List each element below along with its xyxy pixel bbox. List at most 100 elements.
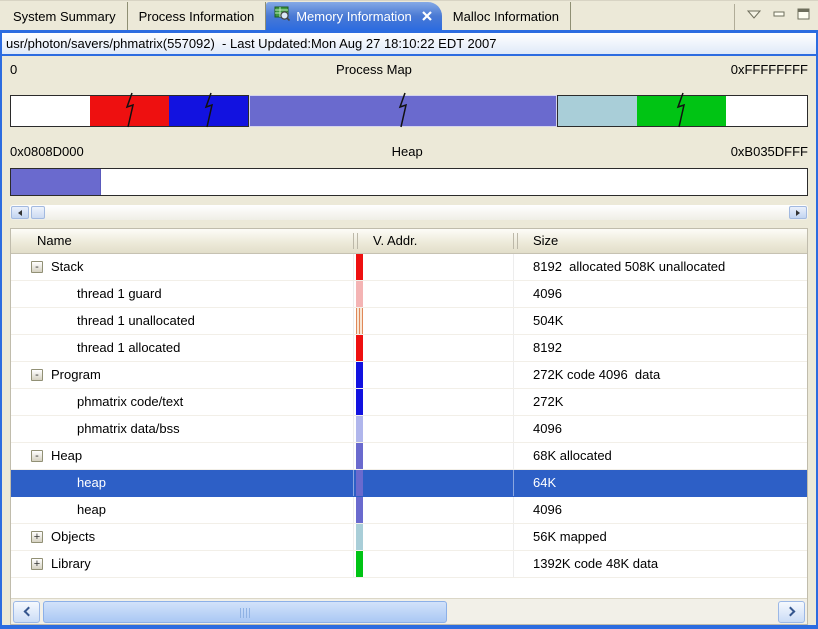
process-map-segment-library xyxy=(637,96,726,126)
scroll-right-icon[interactable] xyxy=(789,206,807,219)
row-name: thread 1 allocated xyxy=(77,335,180,361)
process-map-start-address: 0 xyxy=(10,62,17,80)
view-frame: usr/photon/savers/phmatrix(557092) - Las… xyxy=(0,30,818,629)
process-map-bar xyxy=(10,95,808,127)
memory-analysis-icon xyxy=(274,3,290,30)
row-size: 4096 xyxy=(513,281,807,307)
process-map-segment-free xyxy=(11,96,90,126)
table-row[interactable]: + Library 1392K code 48K data xyxy=(11,551,807,578)
memory-table: Name V. Addr. Size - Stack 8192 allocate… xyxy=(10,228,808,625)
process-map-segment-program xyxy=(169,96,248,126)
row-name: Stack xyxy=(51,254,84,280)
row-name: Heap xyxy=(51,443,82,469)
color-chip xyxy=(356,551,363,577)
tab-system-summary[interactable]: System Summary xyxy=(2,2,128,30)
tree-toggle[interactable]: + xyxy=(31,558,43,570)
tab-process-information[interactable]: Process Information xyxy=(128,2,267,30)
tab-malloc-information[interactable]: Malloc Information xyxy=(442,2,571,30)
tree-toggle[interactable]: - xyxy=(31,450,43,462)
column-header-name[interactable]: Name xyxy=(11,229,353,253)
tree-toggle[interactable]: - xyxy=(31,261,43,273)
heap-map-labels: 0x0808D000 Heap 0xB035DFFF xyxy=(10,144,808,162)
view-content: 0 Process Map 0xFFFFFFFF 0x0808D000 Heap… xyxy=(2,56,816,625)
table-row[interactable]: thread 1 unallocated 0x07fc8000 504K xyxy=(11,308,807,335)
tab-label: System Summary xyxy=(13,3,116,30)
table-empty-area xyxy=(11,578,807,598)
table-body: - Stack 8192 allocated 508K unallocated … xyxy=(11,254,807,598)
row-size: 68K allocated xyxy=(513,443,807,469)
table-row[interactable]: - Program 272K code 4096 data xyxy=(11,362,807,389)
row-size: 1392K code 48K data xyxy=(513,551,807,577)
heap-end-address: 0xB035DFFF xyxy=(731,144,808,162)
color-chip xyxy=(356,362,363,388)
row-name: phmatrix code/text xyxy=(77,389,183,415)
table-scrollbar-thumb[interactable] xyxy=(43,601,447,623)
table-row[interactable]: thread 1 guard 0x07fc7000 4096 xyxy=(11,281,807,308)
process-map-title: Process Map xyxy=(17,62,731,80)
tree-toggle[interactable]: - xyxy=(31,369,43,381)
tree-toggle[interactable]: + xyxy=(31,531,43,543)
color-chip xyxy=(356,389,363,415)
row-size: 272K code 4096 data xyxy=(513,362,807,388)
table-row[interactable]: heap 0xb035d000 4096 xyxy=(11,497,807,524)
row-name: phmatrix data/bss xyxy=(77,416,180,442)
tab-memory-information[interactable]: Memory Information xyxy=(266,2,442,30)
process-map-segment-objects xyxy=(558,96,637,126)
color-chip xyxy=(356,308,363,334)
color-chip xyxy=(356,470,363,496)
tab-label: Memory Information xyxy=(296,3,412,30)
process-map-segment-stack xyxy=(90,96,169,126)
status-line: usr/photon/savers/phmatrix(557092) - Las… xyxy=(2,33,816,56)
table-row[interactable]: + Objects 56K mapped xyxy=(11,524,807,551)
tab-label: Malloc Information xyxy=(453,3,559,30)
table-row[interactable]: - Stack 8192 allocated 508K unallocated xyxy=(11,254,807,281)
row-name: thread 1 unallocated xyxy=(77,308,195,334)
row-size: 8192 xyxy=(513,335,807,361)
row-name: heap xyxy=(77,497,106,523)
row-size: 4096 xyxy=(513,416,807,442)
process-map-group xyxy=(249,95,556,127)
tab-bar: System Summary Process Information Memor… xyxy=(0,0,818,30)
row-name: thread 1 guard xyxy=(77,281,162,307)
row-size: 8192 allocated 508K unallocated xyxy=(513,254,807,280)
process-map-segment-heap xyxy=(250,96,555,126)
row-name: heap xyxy=(77,470,106,496)
row-size: 4096 xyxy=(513,497,807,523)
scroll-left-icon[interactable] xyxy=(13,601,40,623)
memory-information-view: System Summary Process Information Memor… xyxy=(0,0,818,629)
color-chip xyxy=(356,443,363,469)
table-row[interactable]: - Heap 68K allocated xyxy=(11,443,807,470)
color-chip xyxy=(356,497,363,523)
row-name: Objects xyxy=(51,524,95,550)
table-row[interactable]: phmatrix data/bss 0x0808c000 4096 xyxy=(11,416,807,443)
table-row[interactable]: thread 1 allocated 0x08046000 8192 xyxy=(11,335,807,362)
view-menu-icon[interactable] xyxy=(747,10,761,19)
tab-label: Process Information xyxy=(139,3,255,30)
scroll-left-icon[interactable] xyxy=(11,206,29,219)
column-header-size[interactable]: Size xyxy=(513,229,807,253)
color-chip xyxy=(356,281,363,307)
map-scrollbar-thumb[interactable] xyxy=(31,206,45,219)
heap-start-address: 0x0808D000 xyxy=(10,144,84,162)
column-header-vaddr[interactable]: V. Addr. xyxy=(353,229,513,253)
scroll-right-icon[interactable] xyxy=(778,601,805,623)
heap-title: Heap xyxy=(84,144,731,162)
heap-used-segment xyxy=(11,169,101,195)
heap-bar xyxy=(10,168,808,196)
color-chip xyxy=(356,524,363,550)
row-size: 64K xyxy=(513,470,807,496)
table-scrollbar[interactable] xyxy=(11,598,807,624)
process-map-segment-free xyxy=(726,96,807,126)
row-name: Library xyxy=(51,551,91,577)
table-row[interactable]: phmatrix code/text 0x08048000 272K xyxy=(11,389,807,416)
table-row[interactable]: heap 0x0808d000 64K xyxy=(11,470,807,497)
process-map-end-address: 0xFFFFFFFF xyxy=(731,62,808,80)
process-map-group xyxy=(557,95,808,127)
maximize-icon[interactable] xyxy=(797,8,810,20)
row-size: 504K xyxy=(513,308,807,334)
process-map-labels: 0 Process Map 0xFFFFFFFF xyxy=(10,62,808,80)
minimize-icon[interactable] xyxy=(773,9,785,19)
close-icon[interactable] xyxy=(422,11,432,21)
color-chip xyxy=(356,416,363,442)
map-scrollbar[interactable] xyxy=(10,205,808,220)
